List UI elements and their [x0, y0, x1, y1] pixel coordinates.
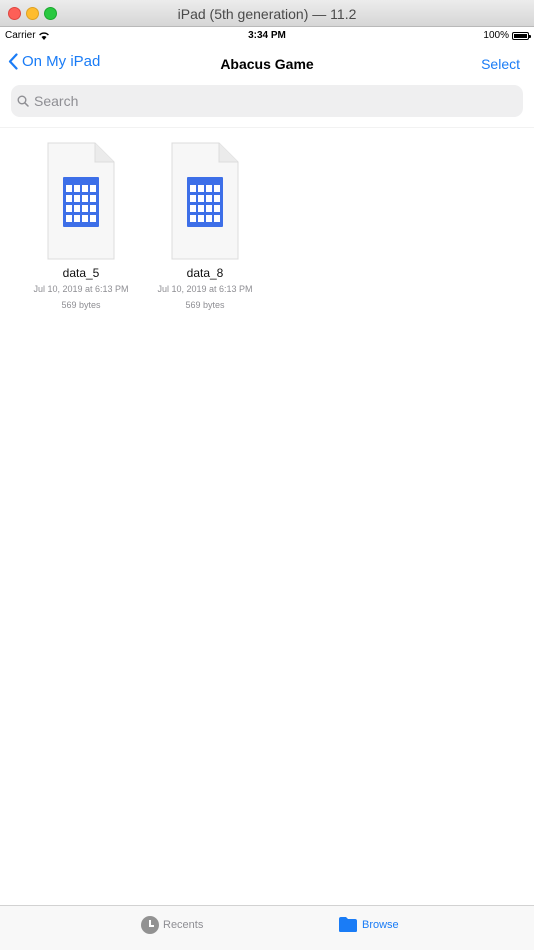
- battery-percent: 100%: [483, 30, 509, 41]
- status-time: 3:34 PM: [248, 30, 286, 41]
- file-size: 569 bytes: [185, 300, 225, 310]
- file-item-data-8[interactable]: data_8 Jul 10, 2019 at 6:13 PM 569 bytes: [145, 142, 265, 312]
- spreadsheet-icon: [47, 142, 115, 260]
- folder-icon: [339, 917, 357, 932]
- tab-recents[interactable]: Recents: [141, 916, 203, 934]
- spreadsheet-icon: [171, 142, 239, 260]
- window-title: iPad (5th generation) — 11.2: [177, 6, 357, 22]
- window-title-bar: iPad (5th generation) — 11.2: [0, 0, 534, 27]
- clock-icon: [141, 916, 159, 934]
- file-date: Jul 10, 2019 at 6:13 PM: [33, 284, 129, 294]
- file-size: 569 bytes: [61, 300, 101, 310]
- tab-bar: Recents Browse: [0, 905, 534, 950]
- battery-indicator: 100%: [483, 30, 531, 41]
- status-bar: Carrier 3:34 PM 100%: [0, 27, 534, 44]
- search-bar[interactable]: [11, 85, 523, 117]
- select-button[interactable]: Select: [481, 56, 520, 72]
- tab-browse[interactable]: Browse: [338, 916, 399, 933]
- file-item-data-5[interactable]: data_5 Jul 10, 2019 at 6:13 PM 569 bytes: [21, 142, 141, 312]
- header-divider: [0, 127, 534, 128]
- search-input[interactable]: [34, 93, 504, 109]
- tab-recents-label: Recents: [163, 919, 204, 931]
- navigation-bar: On My iPad Abacus Game Select: [0, 44, 534, 84]
- page-title: Abacus Game: [220, 56, 314, 72]
- tab-browse-label: Browse: [362, 918, 399, 931]
- battery-icon: [512, 31, 531, 40]
- file-name: data_5: [62, 266, 100, 280]
- file-name: data_8: [186, 266, 224, 280]
- file-date: Jul 10, 2019 at 6:13 PM: [157, 284, 253, 294]
- search-icon: [17, 95, 29, 107]
